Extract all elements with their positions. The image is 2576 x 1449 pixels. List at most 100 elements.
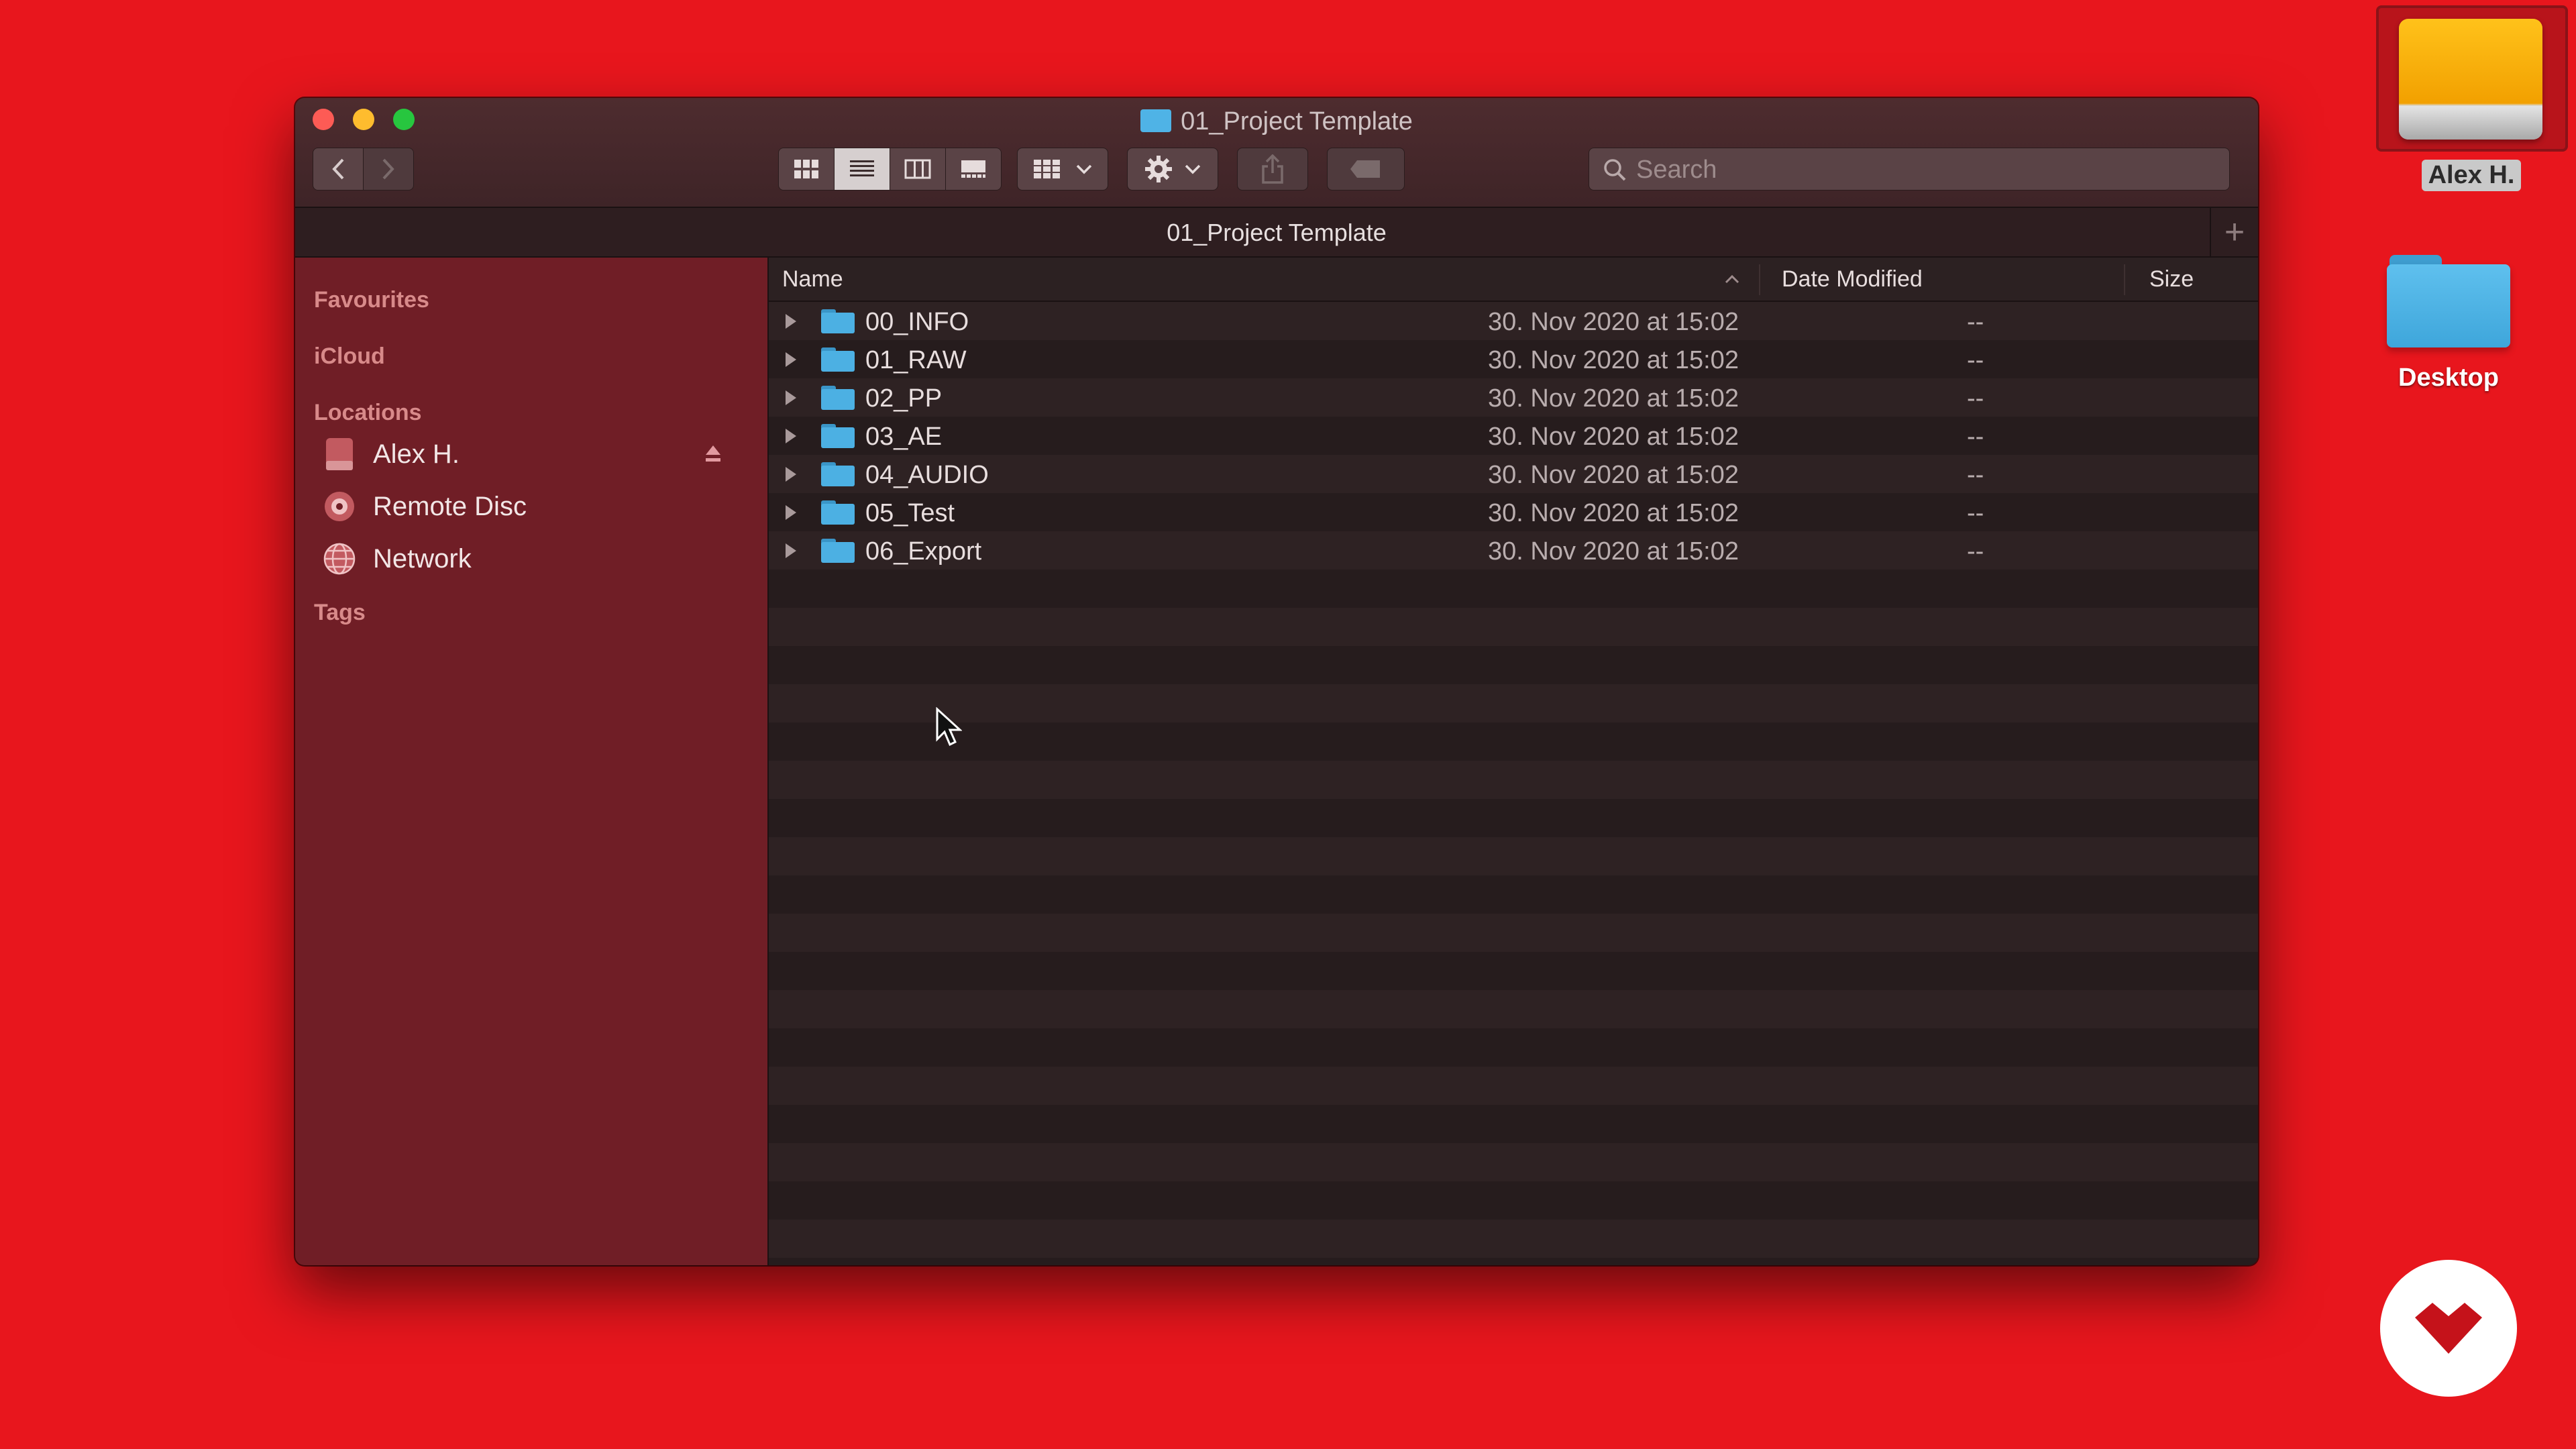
chevron-down-icon — [1185, 164, 1201, 174]
sidebar-heading-tags[interactable]: Tags — [314, 600, 366, 626]
disclosure-triangle-icon[interactable] — [784, 466, 798, 483]
sidebar-item-label: Alex H. — [373, 439, 460, 469]
search-input[interactable] — [1635, 148, 2214, 191]
disclosure-triangle-icon[interactable] — [784, 427, 798, 445]
disclosure-triangle-icon[interactable] — [784, 504, 798, 521]
folder-icon — [821, 386, 855, 410]
folder-icon — [821, 347, 855, 372]
file-name: 02_PP — [865, 384, 943, 413]
file-name: 04_AUDIO — [865, 461, 989, 489]
file-name: 06_Export — [865, 537, 982, 566]
group-by-button[interactable] — [1017, 148, 1108, 191]
empty-row — [769, 914, 2258, 952]
chevron-right-icon — [382, 158, 394, 180]
file-date: 30. Nov 2020 at 15:02 — [1488, 308, 1739, 336]
desktop-drive-icon[interactable]: Alex H. — [2376, 5, 2568, 191]
titlebar: 01_Project Template — [295, 98, 2258, 208]
table-row[interactable]: 03_AE 30. Nov 2020 at 15:02 -- Folder — [769, 417, 2258, 455]
icon-view-button[interactable] — [779, 148, 835, 190]
sidebar-item-remote-disc[interactable]: Remote Disc — [322, 484, 751, 529]
disclosure-triangle-icon[interactable] — [784, 351, 798, 368]
empty-row — [769, 722, 2258, 761]
empty-row — [769, 684, 2258, 722]
action-menu-button[interactable] — [1127, 148, 1218, 191]
table-row[interactable]: 06_Export 30. Nov 2020 at 15:02 -- Folde… — [769, 531, 2258, 570]
column-divider[interactable] — [2124, 264, 2125, 295]
file-size: -- — [1967, 537, 1984, 566]
disclosure-triangle-icon[interactable] — [784, 313, 798, 330]
empty-row — [769, 570, 2258, 608]
file-size: -- — [1967, 308, 1984, 336]
file-name: 03_AE — [865, 423, 943, 451]
disclosure-triangle-icon[interactable] — [784, 542, 798, 559]
finder-window: 01_Project Template Search 01_Project Te… — [295, 98, 2258, 1265]
brand-logo — [2380, 1260, 2517, 1397]
eject-icon[interactable] — [704, 444, 722, 464]
empty-row — [769, 761, 2258, 799]
desktop-folder-icon[interactable]: Desktop — [2375, 250, 2522, 392]
search-icon — [1604, 159, 1626, 181]
column-header: Name Date Modified Size — [769, 258, 2258, 302]
sidebar-item-label: Remote Disc — [373, 491, 527, 521]
new-tab-button[interactable]: + — [2210, 208, 2258, 256]
share-button[interactable] — [1237, 148, 1308, 191]
list-view-button[interactable] — [835, 148, 890, 190]
table-row[interactable]: 01_RAW 30. Nov 2020 at 15:02 -- Folder — [769, 340, 2258, 378]
external-drive-icon — [2376, 5, 2568, 152]
disclosure-triangle-icon[interactable] — [784, 389, 798, 407]
file-date: 30. Nov 2020 at 15:02 — [1488, 384, 1739, 413]
table-row[interactable]: 05_Test 30. Nov 2020 at 15:02 -- Folder — [769, 493, 2258, 531]
empty-row — [769, 990, 2258, 1028]
file-date: 30. Nov 2020 at 15:02 — [1488, 537, 1739, 566]
table-row[interactable]: 00_INFO 30. Nov 2020 at 15:02 -- Folder — [769, 302, 2258, 340]
list-icon — [850, 160, 874, 176]
column-view-button[interactable] — [890, 148, 946, 190]
gallery-icon — [961, 160, 985, 178]
sidebar-item-alex-h[interactable]: Alex H. — [322, 432, 751, 476]
desktop-drive-label: Alex H. — [2421, 160, 2522, 191]
column-size[interactable]: Size — [2149, 258, 2194, 301]
sort-ascending-icon — [1725, 274, 1739, 284]
sidebar-heading-favourites[interactable]: Favourites — [314, 287, 429, 313]
gallery-view-button[interactable] — [946, 148, 1001, 190]
folder-icon — [821, 539, 855, 563]
empty-row — [769, 608, 2258, 646]
grid-icon — [1034, 160, 1060, 178]
back-button[interactable] — [313, 148, 364, 190]
tab-title[interactable]: 01_Project Template — [295, 219, 2258, 247]
folder-icon — [821, 309, 855, 333]
column-name[interactable]: Name — [782, 258, 843, 301]
tag-button[interactable] — [1327, 148, 1405, 191]
column-divider[interactable] — [1759, 264, 1760, 295]
gear-icon — [1145, 156, 1172, 182]
file-date: 30. Nov 2020 at 15:02 — [1488, 499, 1739, 527]
table-row[interactable]: 02_PP 30. Nov 2020 at 15:02 -- Folder — [769, 378, 2258, 417]
search-field[interactable] — [1589, 148, 2230, 191]
sidebar-item-network[interactable]: Network — [322, 537, 751, 581]
disc-icon — [322, 489, 357, 524]
column-date-modified[interactable]: Date Modified — [1782, 258, 1923, 301]
empty-row — [769, 646, 2258, 684]
empty-row — [769, 837, 2258, 875]
empty-row — [769, 1067, 2258, 1105]
desktop-folder-label: Desktop — [2398, 364, 2499, 392]
columns-icon — [904, 159, 931, 179]
sidebar: Favourites iCloud Locations Alex H. Remo… — [295, 258, 769, 1265]
drive-icon — [322, 437, 357, 472]
forward-button[interactable] — [364, 148, 413, 190]
file-size: -- — [1967, 423, 1984, 451]
file-name: 00_INFO — [865, 308, 969, 336]
file-name: 05_Test — [865, 499, 955, 527]
folder-icon — [2387, 250, 2510, 349]
view-mode-control — [778, 148, 1002, 191]
tab-bar: 01_Project Template + — [295, 208, 2258, 258]
sidebar-heading-icloud[interactable]: iCloud — [314, 343, 385, 370]
table-row[interactable]: 04_AUDIO 30. Nov 2020 at 15:02 -- Folder — [769, 455, 2258, 493]
sidebar-heading-locations[interactable]: Locations — [314, 400, 422, 426]
share-icon — [1262, 154, 1283, 184]
empty-row — [769, 1028, 2258, 1067]
file-size: -- — [1967, 384, 1984, 413]
folder-icon — [821, 462, 855, 486]
grid-icon — [794, 160, 818, 178]
file-size: -- — [1967, 461, 1984, 489]
